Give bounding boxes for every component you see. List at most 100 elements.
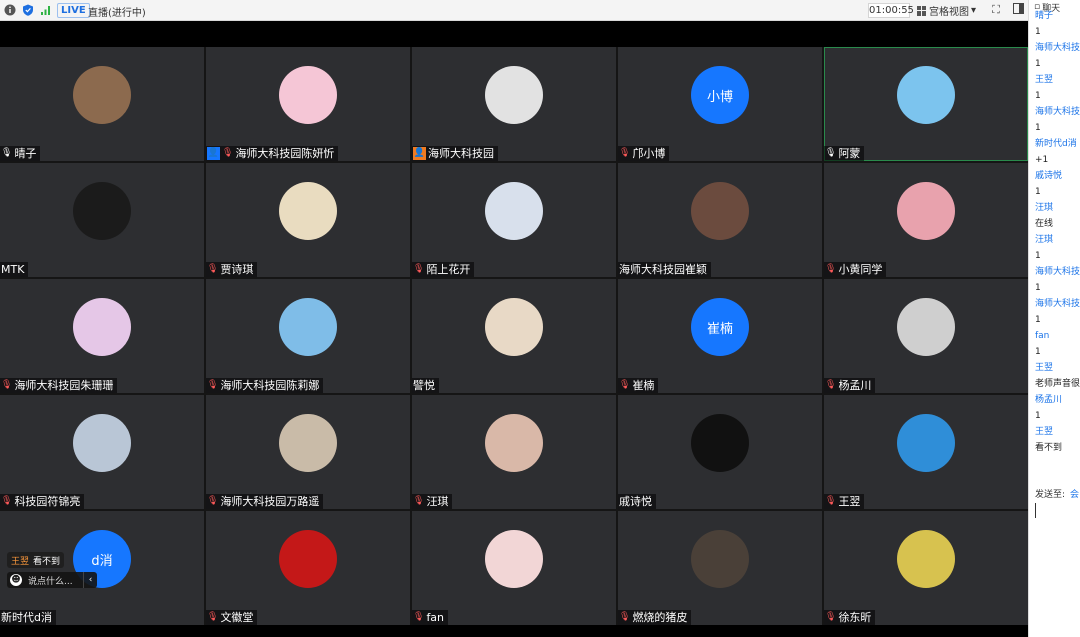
toast-sender: 王翌 <box>11 556 30 567</box>
participant-tile[interactable]: 🎙 阿蒙 <box>824 47 1028 161</box>
chat-message: 看不到 <box>1035 443 1063 453</box>
participant-name-bar: 🎙 王翌 <box>824 494 865 509</box>
sidebar-toggle-icon[interactable] <box>1011 3 1025 17</box>
participant-name-bar: 🎙 汪琪 <box>412 494 453 509</box>
participant-name: 燃烧的猪皮 <box>632 611 688 624</box>
elapsed-timer: 01:00:55 <box>868 3 914 18</box>
signal-icon <box>40 4 52 16</box>
avatar <box>485 66 543 124</box>
participant-tile[interactable]: 🎙 海师大科技园陈莉娜 <box>206 279 410 393</box>
participant-name: 海师大科技园崔颖 <box>619 263 707 276</box>
participant-name-bar: MTK <box>0 262 29 277</box>
chat-message-list[interactable]: 晴子1海师大科技园陈妍忻1王翌1海师大科技园崔颖1新时代d消+1戚诗悦1汪琪在线… <box>1029 8 1080 456</box>
mic-muted-icon: 🎙 <box>413 264 425 274</box>
chat-message: 1 <box>1035 283 1041 293</box>
avatar <box>73 298 131 356</box>
chat-text-cursor[interactable] <box>1035 503 1036 518</box>
info-icon[interactable] <box>4 4 16 16</box>
participant-name-bar: 👤 海师大科技园 <box>412 146 498 161</box>
chat-sender: 新时代d消 <box>1035 139 1077 149</box>
chat-message: 1 <box>1035 59 1041 69</box>
avatar <box>691 530 749 588</box>
cohost-badge-icon: 👤 <box>413 147 426 160</box>
participant-tile[interactable]: 👤 🎙 海师大科技园陈妍忻 <box>206 47 410 161</box>
participant-name-bar: 🎙 陌上花开 <box>412 262 475 277</box>
mic-muted-icon: 🎙 <box>619 148 631 158</box>
send-to-row: 发送至: 会 <box>1035 487 1079 500</box>
avatar <box>73 414 131 472</box>
fullscreen-icon[interactable]: ⛶ <box>989 3 1003 17</box>
participant-name-bar: 👤 🎙 海师大科技园陈妍忻 <box>206 146 339 161</box>
participant-name-bar: 🎙 徐东昕 <box>824 610 876 625</box>
participant-tile[interactable]: 👤 海师大科技园 <box>412 47 616 161</box>
participant-name-bar: 🎙 海师大科技园陈莉娜 <box>206 378 324 393</box>
participant-name-bar: 譬悦 <box>412 378 439 393</box>
participant-tile[interactable]: 🎙 徐东昕 <box>824 511 1028 625</box>
participant-tile[interactable]: 崔楠 🎙 崔楠 <box>618 279 822 393</box>
avatar <box>485 414 543 472</box>
participant-tile[interactable]: 戚诗悦 <box>618 395 822 509</box>
participant-tile[interactable]: 🎙 陌上花开 <box>412 163 616 277</box>
participant-tile[interactable]: d消 新时代d消 <box>0 511 204 625</box>
mic-muted-icon: 🎙 <box>413 612 425 622</box>
mic-muted-icon: 🎙 <box>207 612 219 622</box>
avatar <box>691 182 749 240</box>
participant-tile[interactable]: 🎙 科技园符锦亮 <box>0 395 204 509</box>
participant-name: 徐东昕 <box>838 611 872 624</box>
chat-quick-input[interactable]: ☻ 说点什么... ‹ <box>7 572 97 588</box>
chat-message: 1 <box>1035 411 1041 421</box>
shield-icon[interactable] <box>22 4 34 16</box>
participant-name: 科技园符锦亮 <box>14 495 81 508</box>
live-badge: LIVE <box>57 3 90 18</box>
send-to-label: 发送至: <box>1035 490 1066 500</box>
participant-tile[interactable]: 譬悦 <box>412 279 616 393</box>
participant-name-bar: 🎙 邝小博 <box>618 146 670 161</box>
avatar <box>897 530 955 588</box>
participant-name-bar: 🎙 贾诗琪 <box>206 262 258 277</box>
participant-tile[interactable]: 海师大科技园崔颖 <box>618 163 822 277</box>
participant-tile[interactable]: 🎙 fan <box>412 511 616 625</box>
mic-muted-icon: 🎙 <box>1 496 13 506</box>
mic-muted-icon: 🎙 <box>207 264 219 274</box>
participant-tile[interactable]: 🎙 海师大科技园朱珊珊 <box>0 279 204 393</box>
participant-name: 海师大科技园陈莉娜 <box>220 379 320 392</box>
participant-tile[interactable]: 小博 🎙 邝小博 <box>618 47 822 161</box>
participant-tile[interactable]: 🎙 贾诗琪 <box>206 163 410 277</box>
view-mode-dropdown[interactable]: 宫格视图 ▾ <box>917 3 981 18</box>
participant-name: 阿蒙 <box>838 147 861 160</box>
participant-name: MTK <box>1 263 25 276</box>
chat-message: 在线 <box>1035 219 1054 229</box>
avatar <box>691 414 749 472</box>
participant-tile[interactable]: 🎙 小黄同学 <box>824 163 1028 277</box>
chat-sender: 海师大科技园陈莉娜 <box>1035 299 1080 309</box>
participant-tile[interactable]: 🎙 汪琪 <box>412 395 616 509</box>
chat-input-placeholder[interactable]: 说点什么... <box>28 574 73 587</box>
chat-sender: 汪琪 <box>1035 235 1054 245</box>
mic-icon: 🎙 <box>1 148 13 158</box>
participant-tile[interactable]: 🎙 王翌 <box>824 395 1028 509</box>
participant-name-bar: 🎙 科技园符锦亮 <box>0 494 85 509</box>
avatar: 小博 <box>691 66 749 124</box>
avatar <box>279 298 337 356</box>
chat-message: 1 <box>1035 347 1041 357</box>
participant-name-bar: 🎙 fan <box>412 610 449 625</box>
collapse-arrow-icon[interactable]: ‹ <box>83 572 97 588</box>
avatar <box>897 182 955 240</box>
live-status: 直播(进行中) <box>88 8 146 19</box>
participant-name: 杨孟川 <box>838 379 872 392</box>
participant-tile[interactable]: 🎙 文徽堂 <box>206 511 410 625</box>
avatar <box>485 298 543 356</box>
emoji-icon[interactable]: ☻ <box>10 574 22 586</box>
participant-name: 海师大科技园万路遥 <box>220 495 320 508</box>
participant-tile[interactable]: 🎙 燃烧的猪皮 <box>618 511 822 625</box>
participant-tile[interactable]: 🎙 海师大科技园万路遥 <box>206 395 410 509</box>
chat-sender: 王翌 <box>1035 427 1054 437</box>
participant-tile[interactable]: 🎙 晴子 <box>0 47 204 161</box>
avatar <box>279 530 337 588</box>
participant-name: 海师大科技园朱珊珊 <box>14 379 114 392</box>
participant-tile[interactable]: MTK <box>0 163 204 277</box>
participant-name-bar: 🎙 崔楠 <box>618 378 659 393</box>
participant-name: 汪琪 <box>426 495 449 508</box>
send-to-target[interactable]: 会 <box>1070 490 1079 500</box>
participant-tile[interactable]: 🎙 杨孟川 <box>824 279 1028 393</box>
